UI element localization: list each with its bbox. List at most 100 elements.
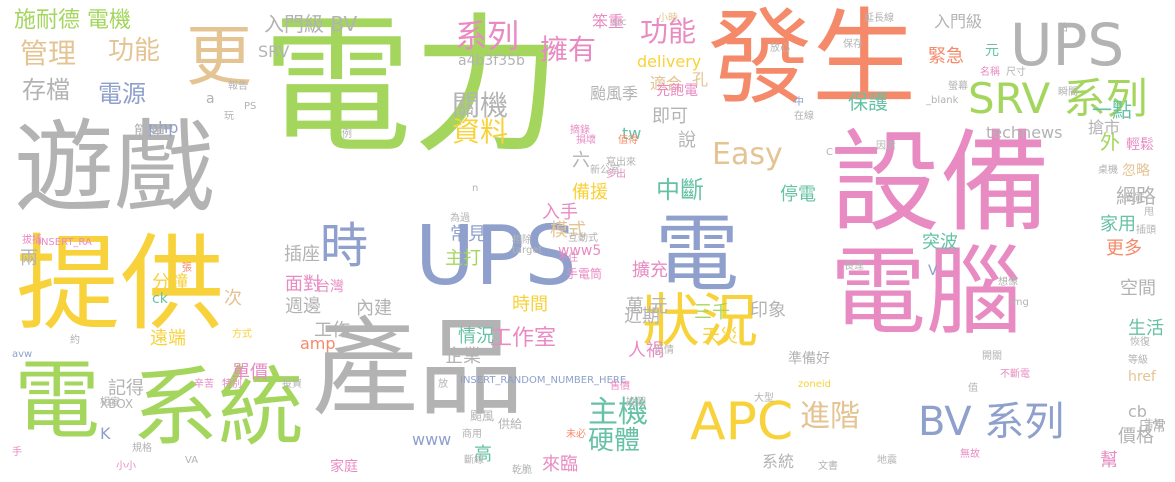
- cloud-word: 兩: [20, 248, 38, 269]
- cloud-word: www: [412, 430, 452, 449]
- cloud-word: 大型: [754, 393, 774, 404]
- cloud-word: 尺寸: [1006, 67, 1026, 78]
- cloud-word: 分鐘: [152, 272, 188, 293]
- cloud-word: 天災: [702, 326, 738, 347]
- cloud-word: href: [1128, 369, 1156, 385]
- cloud-word: 開關: [982, 351, 1002, 362]
- cloud-word: 擴充: [632, 260, 668, 281]
- cloud-word: 插座: [284, 244, 320, 265]
- cloud-word: 忽略: [1122, 163, 1150, 179]
- cloud-word: 進階: [800, 399, 860, 434]
- cloud-word: 長達: [844, 261, 864, 272]
- cloud-word: 擁有: [540, 33, 597, 66]
- cloud-word: a4b3f35b: [458, 53, 525, 69]
- cloud-word: 台灣: [316, 279, 344, 295]
- cloud-word: 系統: [762, 452, 795, 471]
- cloud-word: 小時: [658, 13, 678, 24]
- cloud-word: 時: [320, 218, 369, 274]
- cloud-word: 入手: [542, 202, 578, 223]
- cloud-word: V: [928, 263, 938, 279]
- cloud-word: 甩: [1144, 207, 1154, 218]
- cloud-word: 企業: [445, 346, 481, 367]
- cloud-word: delivery: [637, 52, 702, 71]
- cloud-word: 次: [224, 288, 242, 309]
- cloud-word: 供給: [498, 417, 523, 431]
- cloud-word: 方式: [232, 329, 252, 340]
- cloud-word: 近期: [624, 306, 660, 327]
- cloud-word: 一點: [1092, 98, 1132, 122]
- cloud-word: 停電: [780, 184, 816, 205]
- cloud-word: 六: [572, 150, 590, 171]
- word-cloud: 電力 發生 UPS 遊戲 設備 提供 電腦 產品 UPS 電系統電更時狀況 APC SRV 系列 BV …: [0, 0, 1175, 482]
- cloud-word: 搶市: [1088, 118, 1121, 137]
- cloud-word: 例: [342, 129, 352, 140]
- cloud-word: 值得: [618, 135, 638, 146]
- cloud-word: 地震: [877, 455, 897, 466]
- cloud-word: a: [206, 91, 215, 107]
- cloud-word: 手電筒: [566, 267, 603, 281]
- cloud-word: 瞬間: [1058, 87, 1078, 98]
- cloud-word: 為過: [450, 213, 470, 224]
- cloud-word: INSERT_RANDOM_NUMBER_HERE: [460, 375, 627, 386]
- cloud-word: src: [612, 17, 627, 28]
- cloud-word: 相宜: [100, 397, 120, 408]
- cloud-word: 電: [14, 351, 100, 451]
- cloud-word: 不住: [558, 253, 578, 264]
- cloud-word: 突波: [922, 232, 958, 253]
- cloud-word: 桌機: [1098, 165, 1118, 176]
- cloud-word: 手: [12, 447, 22, 458]
- cloud-word: 投資: [282, 379, 302, 390]
- cloud-word: 互動式: [568, 233, 598, 244]
- cloud-word: 螢幕: [948, 81, 968, 92]
- cloud-word: amp: [300, 334, 336, 353]
- cloud-word: 規格: [132, 443, 152, 454]
- cloud-word: 延長線: [864, 13, 894, 24]
- cloud-word: 即可: [652, 106, 688, 127]
- cloud-word: 告知: [1144, 419, 1164, 430]
- cloud-word: INSERT_RA: [38, 237, 92, 248]
- cloud-word: 主打: [445, 248, 481, 269]
- cloud-word: 損壞: [576, 135, 596, 146]
- cloud-word: 恢復: [1130, 337, 1150, 348]
- cloud-word: avw: [12, 349, 33, 360]
- cloud-word: 特別: [222, 379, 242, 390]
- cloud-word: 三千: [694, 302, 730, 323]
- cloud-word: 保存: [843, 39, 863, 50]
- cloud-word: 未必: [566, 429, 586, 440]
- cloud-word: 相除: [512, 235, 532, 246]
- cloud-word: 遠端: [150, 328, 186, 349]
- cloud-word: 換個: [626, 397, 646, 408]
- cloud-word: 週邊: [285, 296, 321, 317]
- cloud-word: 保護: [848, 90, 888, 114]
- cloud-word: 災情: [654, 345, 674, 356]
- cloud-word: 管理: [20, 37, 77, 70]
- cloud-word: 名稱: [980, 67, 1000, 78]
- cloud-word: 等級: [1128, 355, 1148, 366]
- cloud-word: 記得: [108, 378, 144, 399]
- cloud-word: 玩: [224, 111, 234, 122]
- cloud-word: 備援: [572, 182, 608, 203]
- cloud-word: 硬體: [588, 426, 641, 456]
- cloud-word: 商用: [462, 429, 482, 440]
- cloud-word: 常見: [450, 224, 486, 245]
- cloud-word: 斷線: [464, 455, 484, 466]
- cloud-word: 來臨: [542, 454, 578, 475]
- cloud-word: cb: [1128, 402, 1147, 421]
- cloud-word: 系列: [455, 17, 520, 55]
- cloud-word: PS: [244, 101, 257, 112]
- cloud-word: img: [1010, 297, 1029, 308]
- cloud-word: 無故: [960, 449, 980, 460]
- cloud-word: 中斷: [656, 176, 704, 204]
- cloud-word: 文書: [818, 461, 838, 472]
- cloud-word: 放心: [770, 43, 790, 54]
- cloud-word: 家用: [1100, 214, 1136, 235]
- cloud-word: 更多: [1106, 238, 1142, 259]
- cloud-word: 家庭: [330, 459, 358, 475]
- cloud-word: 元: [985, 43, 999, 59]
- cloud-word: 存檔: [22, 76, 70, 104]
- cloud-word: ck: [152, 291, 168, 307]
- cloud-word: 拔插: [22, 235, 42, 246]
- cloud-word: 工作室: [490, 326, 557, 351]
- cloud-word: n: [472, 183, 479, 194]
- cloud-word: 印象: [750, 300, 786, 321]
